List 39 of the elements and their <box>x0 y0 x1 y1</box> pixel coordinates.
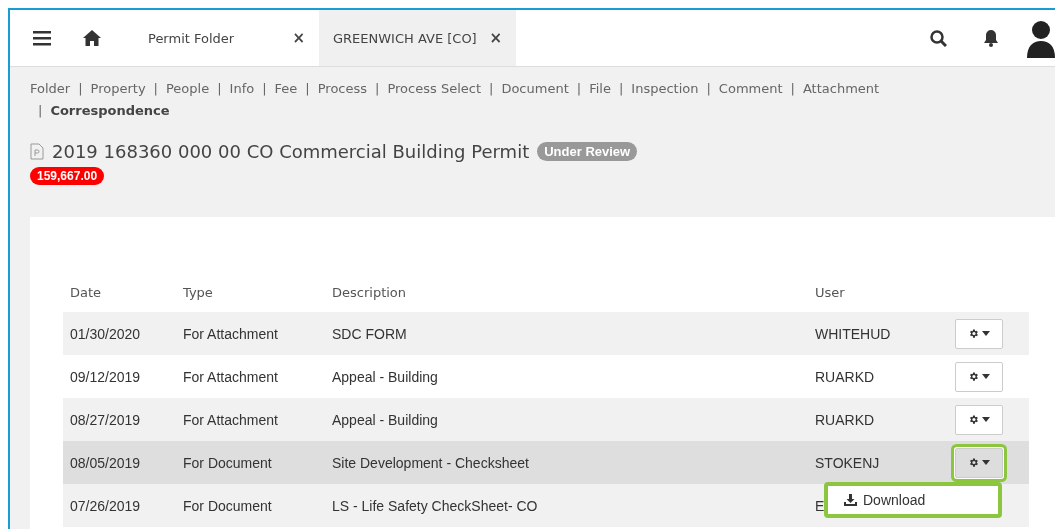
separator: | <box>576 80 582 98</box>
folder-title: 2019 168360 000 00 CO Commercial Building Permit <box>52 141 530 162</box>
table-cell: 09/12/2019 <box>70 368 141 385</box>
separator: | <box>706 80 711 98</box>
column-header: Type <box>183 284 214 300</box>
separator: | <box>375 80 380 98</box>
table-cell: For Attachment <box>183 411 278 428</box>
separator: | <box>790 80 795 98</box>
separator: | <box>38 102 43 120</box>
column-header: Date <box>70 284 103 300</box>
table-cell: LS - Life Safety CheckSheet- CO <box>332 497 538 514</box>
column-header: Description <box>332 284 408 300</box>
table-cell: RUARKD <box>815 411 875 428</box>
table-cell: STOKENJ <box>815 454 880 471</box>
table-cell: For Attachment <box>183 325 278 342</box>
table-cell: WHITEHUD <box>815 325 891 342</box>
separator: | <box>618 80 624 98</box>
table-cell: 08/05/2019 <box>70 454 141 471</box>
table-cell: 08/27/2019 <box>70 411 141 428</box>
separator: | <box>78 80 83 98</box>
column-header: User <box>815 284 846 300</box>
table-cell: Appeal - Building <box>332 368 438 385</box>
table-cell: E <box>815 497 825 514</box>
separator: | <box>153 80 158 98</box>
table-cell: Appeal - Building <box>332 411 438 428</box>
amount-badge: 159,667.00 <box>30 167 105 185</box>
separator: | <box>305 80 310 98</box>
table-cell: 07/26/2019 <box>70 497 141 514</box>
table-cell: SDC FORM <box>332 325 407 342</box>
table-cell: For Document <box>183 497 272 514</box>
separator: | <box>217 80 222 98</box>
table-cell: For Document <box>183 454 272 471</box>
status-badge: Under Review <box>537 142 638 161</box>
table-cell: RUARKD <box>815 368 875 385</box>
table-cell: For Attachment <box>183 368 278 385</box>
separator: | <box>262 80 267 98</box>
table-cell: Site Development - Checksheet <box>332 454 529 471</box>
table-cell: 01/30/2020 <box>70 325 141 342</box>
separator: | <box>489 80 494 98</box>
